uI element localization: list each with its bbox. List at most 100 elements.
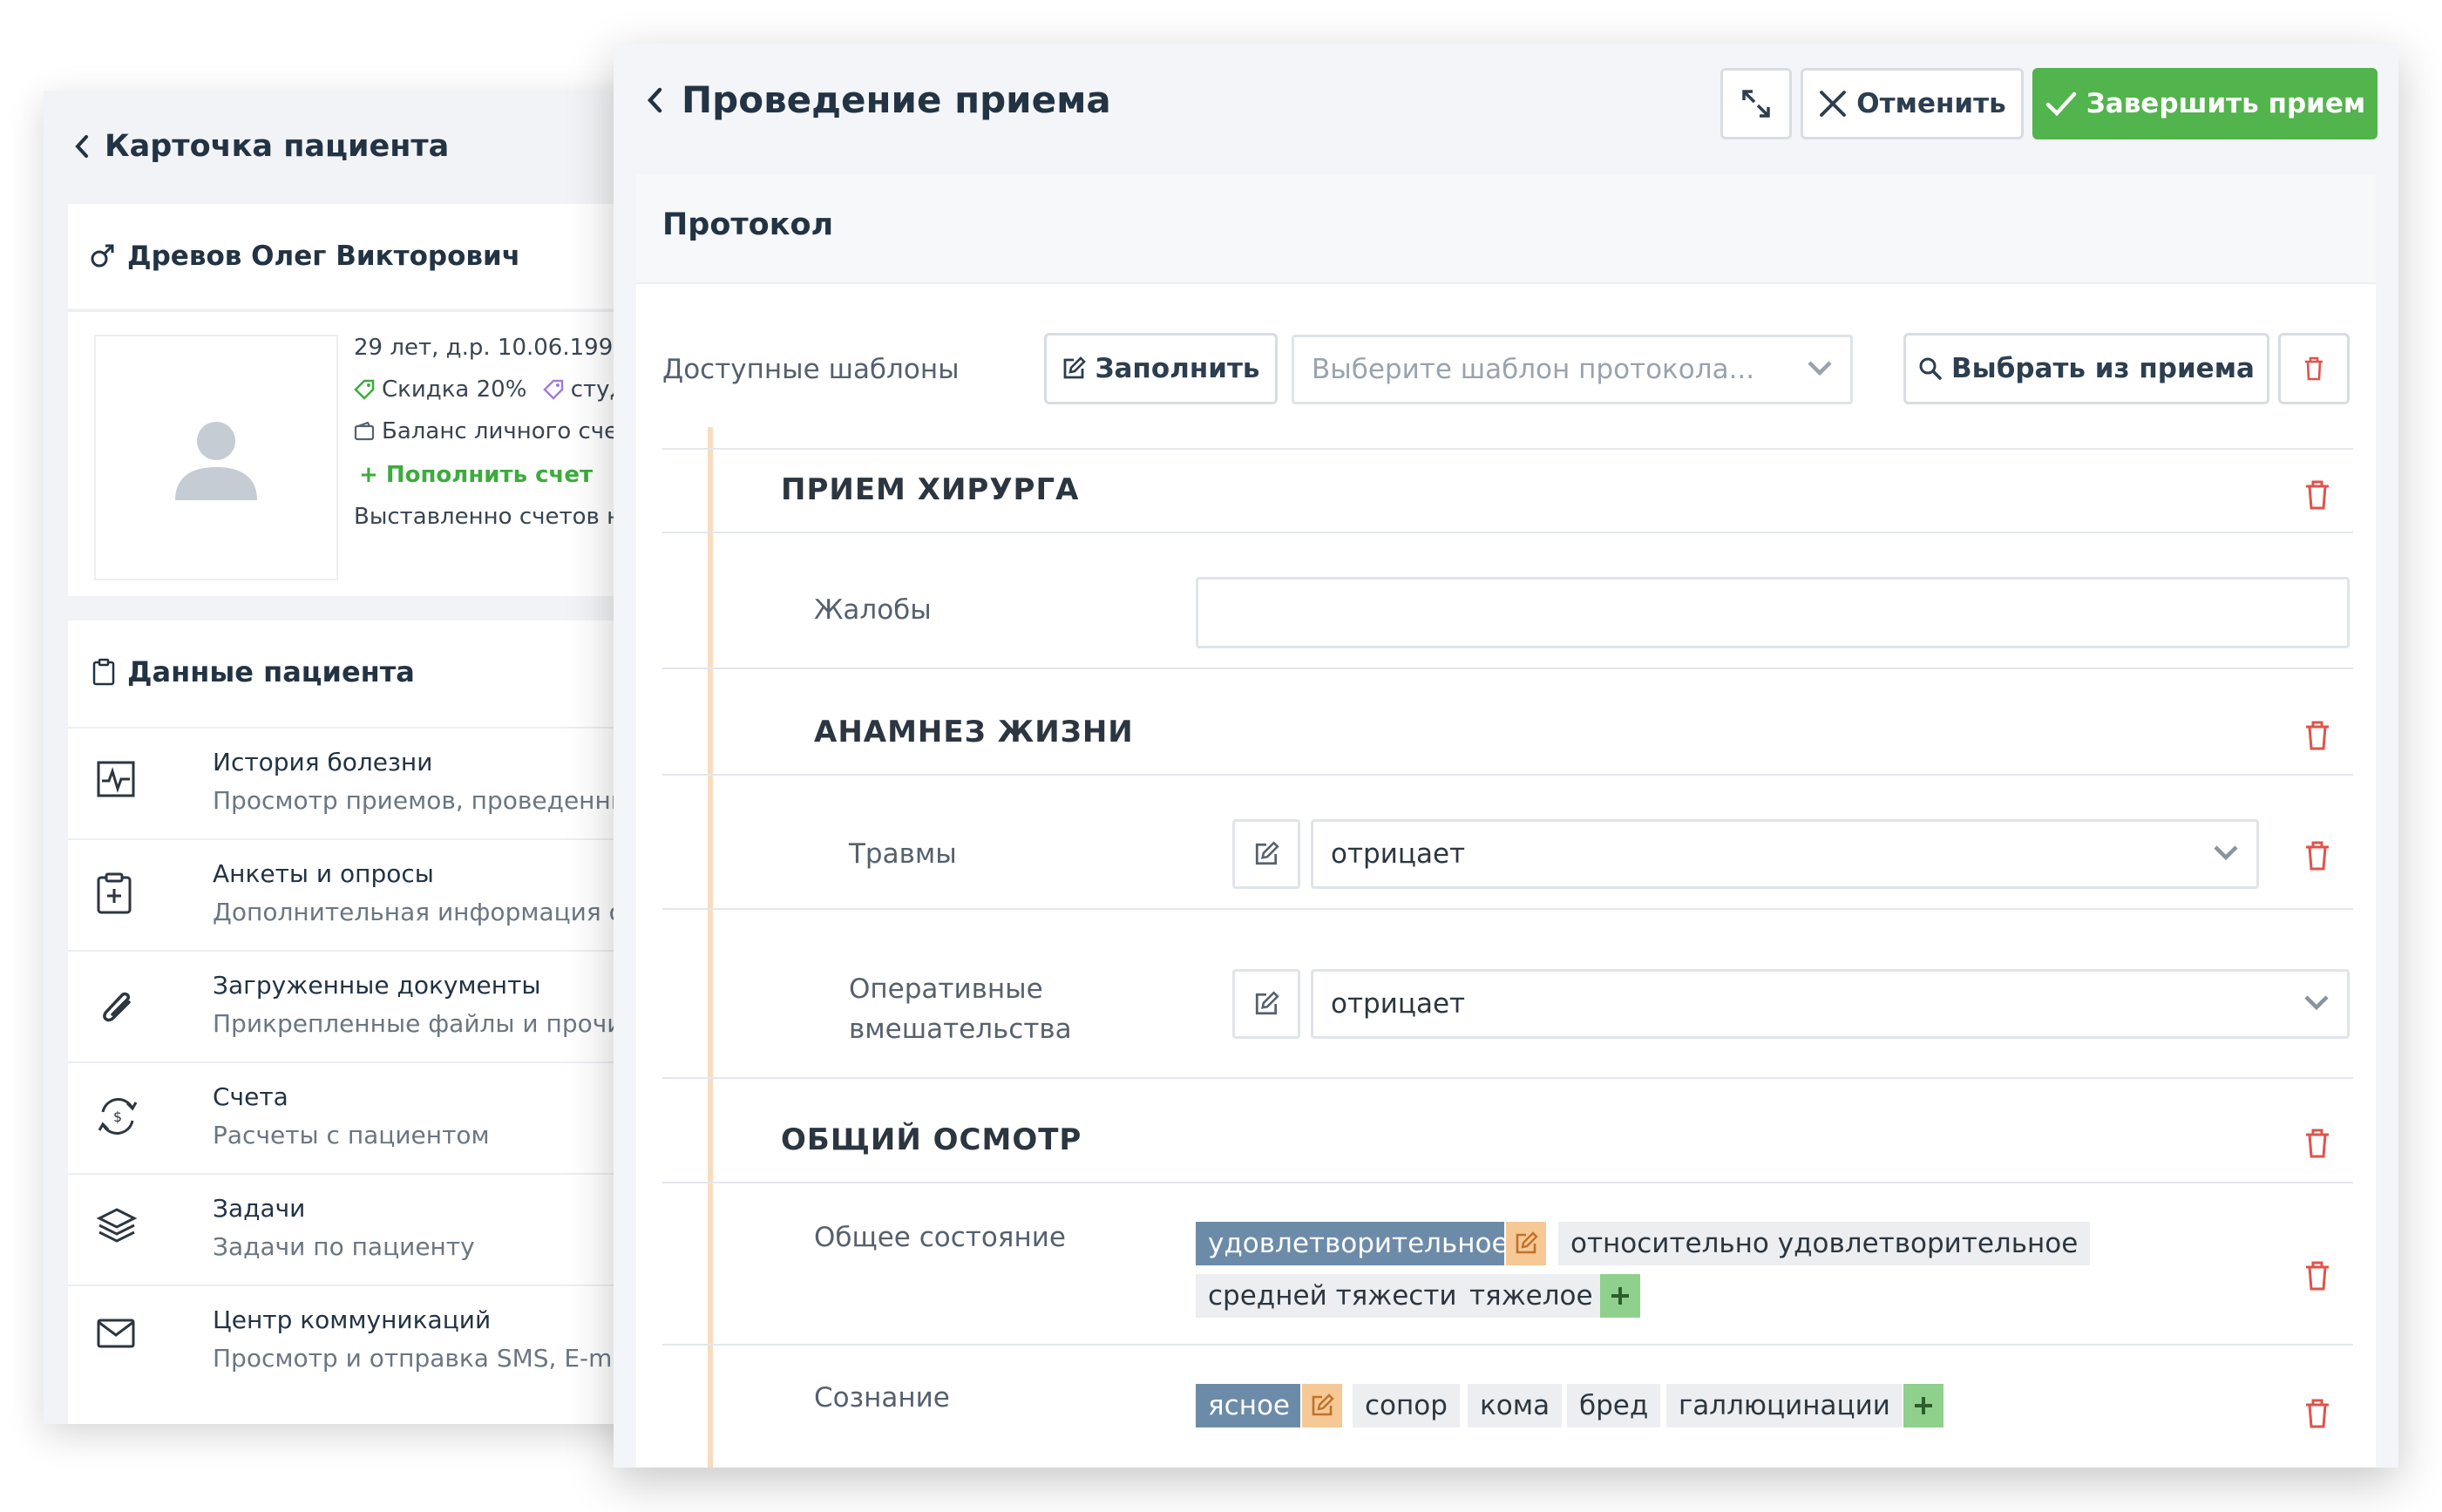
topup-link[interactable]: + Пополнить счет – <box>359 462 624 488</box>
section-anamnesis-title: АНАМНЕЗ ЖИЗНИ <box>814 715 1134 749</box>
chevron-left-icon[interactable] <box>75 134 89 159</box>
chevron-left-icon[interactable] <box>647 86 662 114</box>
complaints-input[interactable] <box>1196 577 2350 648</box>
trash-icon[interactable] <box>2303 479 2332 511</box>
chip-condition-satisfactory[interactable]: удовлетворительное <box>1196 1222 1509 1265</box>
balance-line: Баланс личного счет <box>354 418 631 447</box>
menu-item-history[interactable]: История болезни Просмотр приемов, провед… <box>68 727 671 838</box>
protocol-timeline <box>708 427 713 1468</box>
complaints-label: Жалобы <box>814 594 932 626</box>
chip-consciousness-coma[interactable]: кома <box>1468 1384 1563 1427</box>
pick-from-appointment-button[interactable]: Выбрать из приема <box>1903 333 2269 404</box>
trash-icon[interactable] <box>2303 1398 2332 1429</box>
appointment-title: Проведение приема <box>682 78 1111 121</box>
appointment-panel: Проведение приема Отменить Завершить при… <box>614 44 2398 1468</box>
edit-icon <box>1253 991 1279 1017</box>
clipboard-icon <box>92 658 115 686</box>
close-icon <box>1818 89 1848 119</box>
operations-select[interactable]: отрицает <box>1311 969 2350 1039</box>
divider <box>662 1077 2353 1079</box>
clipboard-plus-icon <box>96 871 145 920</box>
operations-edit-button[interactable] <box>1232 969 1300 1039</box>
appointment-header: Проведение приема <box>647 78 1111 121</box>
check-icon <box>2045 91 2078 117</box>
chevron-down-icon <box>2303 993 2330 1012</box>
injuries-label: Травмы <box>849 838 957 870</box>
trash-icon[interactable] <box>2303 1128 2332 1159</box>
chip-consciousness-hallucinations[interactable]: галлюцинации <box>1666 1384 1903 1427</box>
trash-icon[interactable] <box>2303 1260 2332 1292</box>
chip-condition-relative[interactable]: относительно удовлетворительное <box>1558 1222 2091 1265</box>
edit-icon <box>1062 356 1087 381</box>
templates-label: Доступные шаблоны <box>662 354 960 385</box>
add-option-plus-icon[interactable] <box>1600 1274 1640 1318</box>
edit-icon <box>1253 841 1279 867</box>
injuries-edit-button[interactable] <box>1232 819 1300 889</box>
menu-item-documents[interactable]: Загруженные документы Прикрепленные файл… <box>68 950 671 1061</box>
divider <box>662 1182 2353 1183</box>
chip-edit-icon[interactable] <box>1506 1222 1546 1265</box>
age-line: 29 лет, д.р. 10.06.1990 <box>354 335 627 361</box>
chevron-down-icon <box>2213 843 2239 862</box>
patient-card-panel: Карточка пациента Древов Олег Викторович… <box>44 91 671 1424</box>
injuries-select[interactable]: отрицает <box>1311 819 2259 889</box>
discount-tag: Скидка 20% <box>354 376 526 403</box>
protocol-title: Протокол <box>662 207 834 242</box>
finish-appointment-button[interactable]: Завершить прием <box>2032 68 2378 139</box>
wallet-icon <box>354 422 375 441</box>
divider <box>662 668 2353 669</box>
template-select-placeholder: Выберите шаблон протокола... <box>1312 354 1755 385</box>
divider <box>662 532 2353 533</box>
male-icon <box>89 243 115 269</box>
protocol-header <box>636 174 2376 284</box>
section-general-title: ОБЩИЙ ОСМОТР <box>781 1122 1082 1157</box>
operations-label: Оперативные вмешательства <box>849 973 1072 1045</box>
menu-item-surveys[interactable]: Анкеты и опросы Дополнительная информаци… <box>68 838 671 950</box>
expand-icon <box>1739 86 1774 121</box>
tags-line: Скидка 20% студе <box>354 376 640 406</box>
trash-icon[interactable] <box>2303 840 2332 871</box>
trash-icon <box>2303 356 2324 381</box>
divider <box>662 448 2353 450</box>
layers-icon <box>96 1206 145 1255</box>
template-select[interactable]: Выберите шаблон протокола... <box>1292 335 1853 404</box>
card-header: Карточка пациента <box>75 129 449 164</box>
expand-button[interactable] <box>1720 68 1792 139</box>
chevron-down-icon <box>1807 358 1833 377</box>
envelope-icon <box>96 1318 145 1366</box>
tag-icon <box>354 379 375 400</box>
chip-consciousness-clear[interactable]: ясное <box>1196 1384 1300 1427</box>
trash-icon[interactable] <box>2303 720 2332 751</box>
cancel-button[interactable]: Отменить <box>1801 68 2024 139</box>
chip-consciousness-delirium[interactable]: бред <box>1567 1384 1661 1427</box>
add-option-plus-icon[interactable] <box>1903 1384 1943 1427</box>
section-surgeon-title: ПРИЕМ ХИРУРГА <box>781 472 1080 507</box>
patient-name-row: Древов Олег Викторович <box>68 204 671 309</box>
patient-name: Древов Олег Викторович <box>127 241 520 272</box>
condition-label: Общее состояние <box>814 1222 1066 1253</box>
search-icon <box>1918 356 1943 381</box>
patient-photo <box>94 335 338 580</box>
tag-icon <box>542 379 564 400</box>
menu-item-communications[interactable]: Центр коммуникаций Просмотр и отправка S… <box>68 1285 671 1396</box>
chip-condition-severe[interactable]: тяжелое <box>1457 1274 1605 1318</box>
divider <box>662 908 2353 910</box>
svg-text:$: $ <box>113 1109 122 1125</box>
money-exchange-icon: $ <box>96 1095 145 1143</box>
menu-item-invoices[interactable]: $ Счета Расчеты с пациентом <box>68 1061 671 1173</box>
avatar-placeholder-icon <box>168 410 264 505</box>
chip-consciousness-sopor[interactable]: сопор <box>1353 1384 1460 1427</box>
chip-edit-icon[interactable] <box>1302 1384 1342 1427</box>
menu-item-tasks[interactable]: Задачи Задачи по пациенту <box>68 1173 671 1285</box>
paperclip-icon <box>96 983 145 1032</box>
invoices-line: Выставленно счетов на <box>354 504 636 530</box>
divider <box>662 774 2353 776</box>
fill-button[interactable]: Заполнить <box>1044 333 1278 404</box>
card-title: Карточка пациента <box>105 129 450 164</box>
patient-data-title: Данные пациента <box>92 655 415 688</box>
pulse-chart-icon <box>96 760 145 809</box>
clear-template-button[interactable] <box>2278 333 2350 404</box>
chip-condition-moderate[interactable]: средней тяжести <box>1196 1274 1469 1318</box>
consciousness-label: Сознание <box>814 1382 950 1414</box>
divider <box>662 1344 2353 1346</box>
